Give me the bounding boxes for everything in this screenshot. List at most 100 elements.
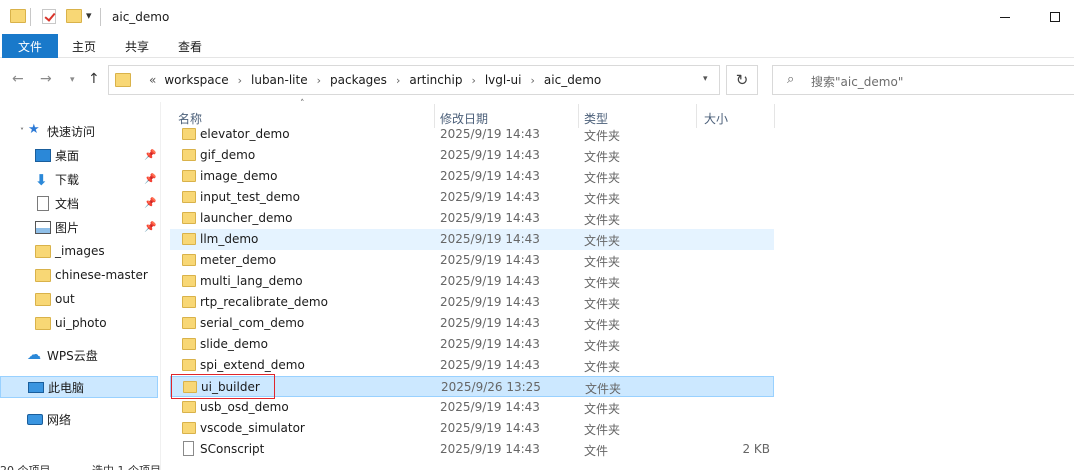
picture-icon — [35, 220, 51, 234]
file-date: 2025/9/19 14:43 — [440, 358, 540, 372]
sidebar-item-label: 快速访问 — [47, 124, 96, 139]
chevron-right-icon[interactable]: › — [238, 74, 242, 87]
chevron-right-icon[interactable]: › — [317, 74, 321, 87]
sidebar-item-wps-cloud[interactable]: ☁ WPS云盘 — [0, 344, 158, 366]
customize-toolbar-dropdown-icon[interactable]: ▾ — [86, 9, 92, 22]
tab-share[interactable]: 共享 — [121, 34, 153, 58]
file-date: 2025/9/19 14:43 — [440, 400, 540, 414]
table-row[interactable]: usb_osd_demo 2025/9/19 14:43 文件夹 — [170, 397, 774, 418]
table-row[interactable]: slide_demo 2025/9/19 14:43 文件夹 — [170, 334, 774, 355]
sidebar-item-chinese-master[interactable]: chinese-master — [0, 264, 158, 286]
search-icon: ⌕ — [787, 72, 795, 87]
chevron-right-icon[interactable]: › — [396, 74, 400, 87]
breadcrumb-item-lvgl-ui[interactable]: lvgl-ui — [485, 73, 522, 87]
table-row[interactable]: llm_demo 2025/9/19 14:43 文件夹 — [170, 229, 774, 250]
search-placeholder: 搜索"aic_demo" — [811, 75, 904, 89]
file-type: 文件夹 — [584, 423, 621, 437]
forward-arrow-icon[interactable]: → — [40, 71, 52, 87]
file-date: 2025/9/19 14:43 — [440, 253, 540, 267]
sidebar-item-label: out — [55, 292, 75, 306]
table-row[interactable]: meter_demo 2025/9/19 14:43 文件夹 — [170, 250, 774, 271]
folder-icon — [182, 401, 196, 413]
folder-icon — [182, 296, 196, 308]
sidebar-item-this-pc[interactable]: 此电脑 — [0, 376, 158, 398]
window-title: aic_demo — [112, 10, 170, 24]
computer-icon — [28, 381, 44, 393]
back-arrow-icon[interactable]: ← — [12, 71, 24, 87]
table-row[interactable]: vscode_simulator 2025/9/19 14:43 文件夹 — [170, 418, 774, 439]
file-type: 文件夹 — [584, 171, 621, 185]
breadcrumb-item-packages[interactable]: packages — [330, 73, 387, 87]
pin-icon: 📌 — [144, 173, 157, 185]
table-row[interactable]: serial_com_demo 2025/9/19 14:43 文件夹 — [170, 313, 774, 334]
table-row[interactable]: SConscript 2025/9/19 14:43 文件 2 KB — [170, 439, 774, 460]
table-row[interactable]: elevator_demo 2025/9/19 14:43 文件夹 — [170, 124, 774, 145]
breadcrumb-item-workspace[interactable]: workspace — [164, 73, 228, 87]
breadcrumb: « workspace › luban-lite › packages › ar… — [149, 66, 601, 94]
table-row[interactable]: input_test_demo 2025/9/19 14:43 文件夹 — [170, 187, 774, 208]
chevron-right-icon[interactable]: › — [471, 74, 475, 87]
folder-icon — [182, 275, 196, 287]
sidebar-item-ui-photo[interactable]: ui_photo — [0, 312, 158, 334]
pane-divider[interactable] — [160, 102, 161, 470]
table-row[interactable]: launcher_demo 2025/9/19 14:43 文件夹 — [170, 208, 774, 229]
table-row[interactable]: spi_extend_demo 2025/9/19 14:43 文件夹 — [170, 355, 774, 376]
new-folder-icon[interactable] — [66, 9, 82, 23]
chevron-right-icon[interactable]: › — [531, 74, 535, 87]
sidebar-item-images[interactable]: _images — [0, 240, 158, 262]
file-type: 文件夹 — [585, 382, 622, 396]
sidebar-item-label: _images — [55, 244, 105, 258]
address-bar[interactable]: « workspace › luban-lite › packages › ar… — [108, 65, 720, 95]
sidebar-item-label: 网络 — [47, 412, 72, 427]
folder-icon — [182, 254, 196, 266]
file-name: SConscript — [200, 442, 265, 456]
breadcrumb-item-artinchip[interactable]: artinchip — [409, 73, 462, 87]
up-arrow-icon[interactable]: ↑ — [88, 71, 100, 87]
sidebar-item-label: 此电脑 — [48, 380, 85, 395]
sidebar-item-label: WPS云盘 — [47, 348, 98, 363]
maximize-button[interactable] — [1032, 0, 1074, 34]
column-divider[interactable] — [774, 104, 775, 128]
sidebar-item-downloads[interactable]: ⬇ 下载 📌 — [0, 168, 158, 190]
folder-icon — [182, 233, 196, 245]
address-dropdown-icon[interactable]: ▾ — [703, 74, 708, 84]
divider — [100, 8, 101, 26]
minimize-icon — [1000, 16, 1010, 18]
refresh-button[interactable]: ↻ — [726, 65, 758, 95]
folder-icon — [182, 317, 196, 329]
file-name: slide_demo — [200, 337, 268, 351]
tab-file[interactable]: 文件 — [2, 34, 58, 58]
search-input[interactable]: ⌕ 搜索"aic_demo" — [772, 65, 1074, 95]
file-icon — [183, 441, 194, 456]
sidebar-item-quick-access[interactable]: ˅ ★ 快速访问 — [0, 120, 158, 142]
table-row[interactable]: gif_demo 2025/9/19 14:43 文件夹 — [170, 145, 774, 166]
breadcrumb-item-aic-demo[interactable]: aic_demo — [544, 73, 601, 87]
chevron-down-icon[interactable]: ˅ — [20, 127, 24, 136]
properties-icon[interactable] — [42, 9, 56, 24]
tab-view[interactable]: 查看 — [174, 34, 206, 58]
maximize-icon — [1050, 12, 1060, 22]
sidebar-item-desktop[interactable]: 桌面 📌 — [0, 144, 158, 166]
file-type: 文件夹 — [584, 339, 621, 353]
file-type: 文件夹 — [584, 276, 621, 290]
table-row[interactable]: rtp_recalibrate_demo 2025/9/19 14:43 文件夹 — [170, 292, 774, 313]
minimize-button[interactable] — [982, 0, 1028, 34]
document-icon — [37, 195, 49, 211]
breadcrumb-item-luban-lite[interactable]: luban-lite — [251, 73, 308, 87]
ribbon-tabs: 文件 主页 共享 查看 — [0, 34, 1074, 58]
file-name: elevator_demo — [200, 127, 290, 141]
table-row[interactable]: image_demo 2025/9/19 14:43 文件夹 — [170, 166, 774, 187]
recent-locations-chevron-icon[interactable]: ▾ — [70, 75, 75, 85]
sidebar-item-documents[interactable]: 文档 📌 — [0, 192, 158, 214]
file-name: spi_extend_demo — [200, 358, 305, 372]
table-row[interactable]: multi_lang_demo 2025/9/19 14:43 文件夹 — [170, 271, 774, 292]
sidebar-item-network[interactable]: 网络 — [0, 408, 158, 430]
sidebar-item-pictures[interactable]: 图片 📌 — [0, 216, 158, 238]
annotation-highlight-box — [171, 374, 275, 399]
file-name: llm_demo — [200, 232, 259, 246]
breadcrumb-overflow[interactable]: « — [149, 73, 156, 87]
sidebar-item-out[interactable]: out — [0, 288, 158, 310]
tab-home[interactable]: 主页 — [68, 34, 100, 58]
file-date: 2025/9/19 14:43 — [440, 211, 540, 225]
file-type: 文件夹 — [584, 318, 621, 332]
